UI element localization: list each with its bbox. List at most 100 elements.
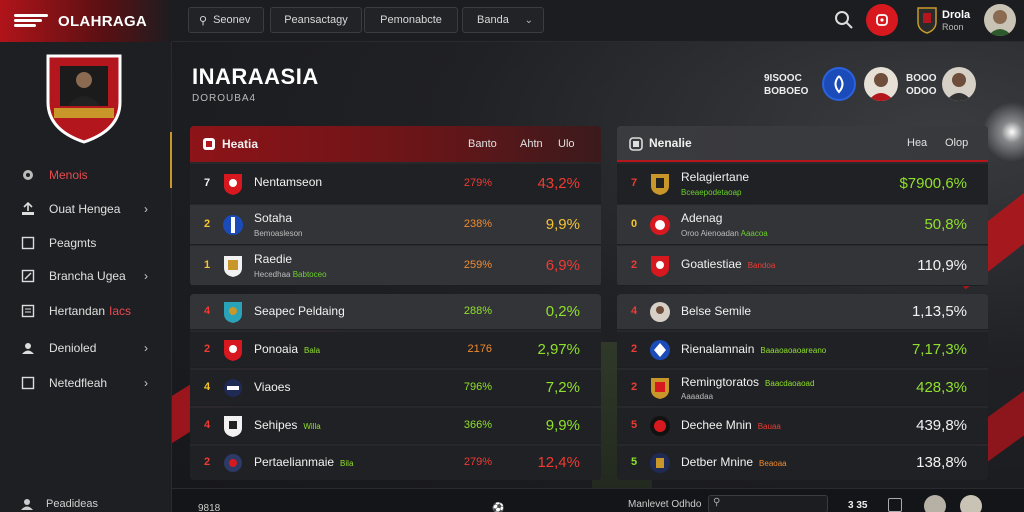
player-avatar-icon bbox=[650, 302, 670, 322]
sidebar-item-menois[interactable]: Menois bbox=[0, 162, 172, 188]
table-row[interactable]: 2 Rienalamnain Baaaoaoaoareano 7,17,3% bbox=[617, 332, 988, 368]
row-rank: 0 bbox=[631, 218, 638, 230]
team-crest-icon bbox=[224, 302, 242, 323]
sidebar-item-denioled[interactable]: Denioled › bbox=[0, 335, 172, 361]
team-name-text: Pertaelianmaie bbox=[254, 455, 335, 469]
footer-search-input[interactable]: ⚲ bbox=[708, 495, 828, 512]
row-rank: 2 bbox=[204, 456, 211, 468]
brand[interactable]: OLAHRAGA bbox=[0, 0, 172, 42]
team-subtitle-part: Oroo Aienoadan bbox=[681, 229, 739, 238]
team-logo-b[interactable] bbox=[864, 67, 898, 101]
upload-icon bbox=[20, 202, 35, 217]
user-name: Drola bbox=[942, 9, 971, 21]
sidebar-item-peagmts[interactable]: Peagmts bbox=[0, 230, 172, 256]
team-subtitle-part: Hecedhaa bbox=[254, 270, 291, 279]
footer-score: 3 35 bbox=[848, 500, 868, 511]
table-row[interactable]: 1 Raedie Hecedhaa Babtoceo 259% 6,9% bbox=[190, 246, 601, 286]
team-logo-c[interactable] bbox=[942, 67, 976, 101]
team-logo-a[interactable] bbox=[822, 67, 856, 101]
table-row[interactable]: 2 Sotaha Bemoasleson 238% 9,9% bbox=[190, 205, 601, 245]
team-crest-icon bbox=[651, 378, 669, 399]
table-row[interactable]: 2 Goatiestiae Bandoa 110,9% bbox=[617, 246, 988, 286]
chevron-right-icon: › bbox=[144, 376, 148, 390]
column-header: Banto bbox=[468, 138, 497, 150]
team-tag: Bala bbox=[304, 346, 321, 355]
team-name: Dechee Mnin Bauaa bbox=[681, 418, 781, 432]
match-score-left-top: 9ISOOC bbox=[764, 73, 802, 84]
footer-avatar[interactable] bbox=[924, 495, 946, 512]
row-rank: 4 bbox=[204, 419, 211, 431]
sidebar-item-brancha-ugea[interactable]: Brancha Ugea › bbox=[0, 263, 172, 289]
team-tag: Beaoaa bbox=[759, 459, 787, 468]
team-tag: Willa bbox=[303, 422, 321, 431]
row-rank: 1 bbox=[204, 259, 211, 271]
left-results-panel: 4 Seapec Peldaing 288% 0,2% 2 Ponoaia Bal… bbox=[190, 294, 601, 480]
team-crest-icon bbox=[223, 215, 243, 235]
user-subtitle: Roon bbox=[942, 22, 964, 32]
document-icon bbox=[20, 304, 35, 319]
sidebar-item-label: Ouat Hengea bbox=[49, 202, 121, 216]
search-button[interactable]: ⚲ Seonev bbox=[188, 7, 264, 33]
team-name: Goatiestiae Bandoa bbox=[681, 257, 775, 271]
table-row[interactable]: 5 Detber Mnine Beaoaa 138,8% bbox=[617, 446, 988, 480]
footer-left-text: 9818 bbox=[198, 503, 221, 512]
match-score-right: BOOO ODOO bbox=[906, 72, 937, 98]
table-row[interactable]: 4 Sehipes Willa 366% 9,9% bbox=[190, 408, 601, 444]
table-row[interactable]: 7 Nentamseon 279% 43,2% bbox=[190, 164, 601, 204]
team-crest-icon bbox=[650, 340, 670, 360]
row-value: 6,9% bbox=[545, 257, 580, 274]
dropdown-select[interactable]: Banda ⌄ bbox=[462, 7, 544, 33]
team-subtitle-part: Bceaepodetaoap bbox=[681, 188, 742, 197]
sidebar-item-netedfleah[interactable]: Netedfleah › bbox=[0, 370, 172, 396]
table-row[interactable]: 2 Remingtoratos Baacdaoaoad Aaaadaa 428,3… bbox=[617, 370, 988, 406]
table-row[interactable]: 4 Belse Semile 1,13,5% bbox=[617, 294, 988, 330]
row-percent: 2176 bbox=[467, 343, 492, 355]
page-title: INARAASIA bbox=[192, 64, 319, 89]
sidebar-bottom-link[interactable]: Peadideas bbox=[20, 497, 98, 511]
sidebar-item-ouat-hengea[interactable]: Ouat Hengea › bbox=[0, 196, 172, 222]
team-name: Rienalamnain Baaaoaoaoareano bbox=[681, 342, 826, 356]
table-row[interactable]: 5 Dechee Mnin Bauaa 439,8% bbox=[617, 408, 988, 444]
team-name: Ponoaia Bala bbox=[254, 342, 320, 356]
search-label: Seonev bbox=[213, 14, 251, 26]
sidebar-item-label: Denioled bbox=[49, 341, 97, 355]
team-logo-a-icon bbox=[834, 75, 844, 94]
team-name-text: Remingtoratos bbox=[681, 375, 760, 389]
nav-button-3[interactable]: Pemonabcte bbox=[364, 7, 458, 33]
team-name-text: Dechee Mnin bbox=[681, 418, 752, 432]
row-value: 12,4% bbox=[537, 454, 580, 471]
table-row[interactable]: 2 Ponoaia Bala 2176 2,97% bbox=[190, 332, 601, 368]
team-subtitle: Hecedhaa Babtoceo bbox=[254, 270, 327, 279]
square-icon bbox=[20, 236, 35, 251]
team-name: Pertaelianmaie Bila bbox=[254, 455, 353, 469]
table-row[interactable]: 4 Viaoes 796% 7,2% bbox=[190, 370, 601, 406]
team-tag: Bila bbox=[340, 459, 354, 468]
table-row[interactable]: 7 Relagiertane Bceaepodetaoap $7900,6% bbox=[617, 164, 988, 204]
edit-icon bbox=[20, 269, 35, 284]
right-panel-header: Nenalie Hea Olop bbox=[617, 126, 988, 162]
search-icon[interactable] bbox=[832, 8, 856, 32]
dropdown-value: Banda bbox=[477, 14, 509, 26]
nav-button-2-label: Peansactagy bbox=[284, 14, 348, 26]
team-name: Sehipes Willa bbox=[254, 418, 321, 432]
footer-avatar[interactable] bbox=[960, 495, 982, 512]
table-row[interactable]: 2 Pertaelianmaie Bila 279% 12,4% bbox=[190, 446, 601, 480]
table-row[interactable]: 0 Adenag Oroo Aienoadan Aaacoa 50,8% bbox=[617, 205, 988, 245]
left-standings-panel: Heatia Banto Ahtn Ulo 7 Nentamseon 279% … bbox=[190, 126, 601, 286]
right-results-panel: 4 Belse Semile 1,13,5% 2 Rienalamnain Baa… bbox=[617, 294, 988, 480]
user-avatar[interactable] bbox=[984, 4, 1016, 36]
row-value: 7,17,3% bbox=[911, 341, 967, 358]
team-crest-icon bbox=[650, 416, 670, 436]
table-row[interactable]: 4 Seapec Peldaing 288% 0,2% bbox=[190, 294, 601, 330]
sidebar-item-hertandan[interactable]: Hertandan Iacs bbox=[0, 298, 172, 324]
nav-button-2[interactable]: Peansactagy bbox=[270, 7, 362, 33]
team-name: Sotaha bbox=[254, 211, 293, 225]
checkbox[interactable] bbox=[888, 498, 902, 512]
match-score-left: 9ISOOC BOBOEO bbox=[764, 72, 808, 98]
row-rank: 2 bbox=[631, 381, 638, 393]
team-crest-icon bbox=[651, 256, 669, 277]
notification-button[interactable] bbox=[866, 4, 898, 36]
team-name: Seapec Peldaing bbox=[254, 304, 345, 318]
team-crest-icon bbox=[224, 454, 242, 472]
team-name: Relagiertane bbox=[681, 170, 750, 184]
